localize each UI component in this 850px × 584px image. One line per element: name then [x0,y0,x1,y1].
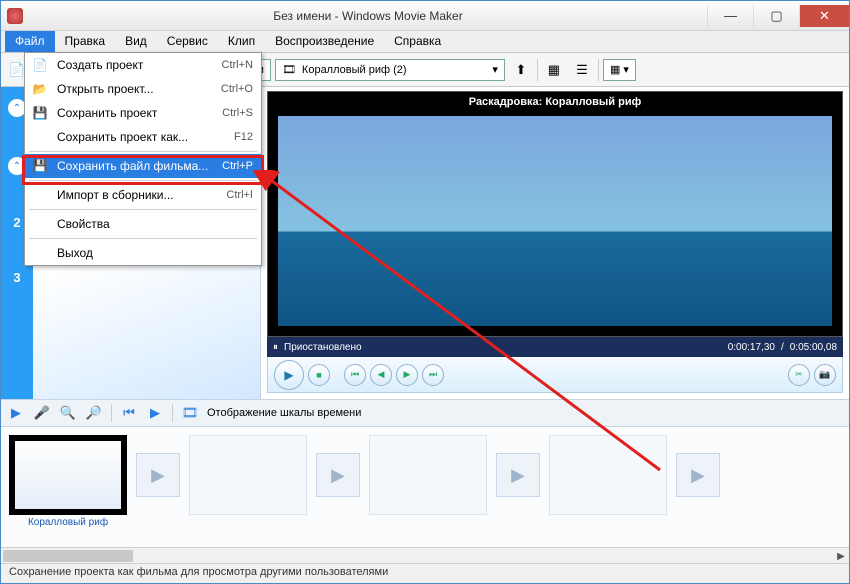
play-button[interactable]: ▶ [274,360,304,390]
save-disk-icon: 💾 [31,104,49,122]
transition-slot-2[interactable]: ▶ [315,435,361,515]
scroll-right-icon[interactable]: ▶ [833,548,849,564]
snapshot-button[interactable]: 📷 [814,364,836,386]
new-doc-icon: 📄 [31,56,49,74]
menu-open-project[interactable]: 📂Открыть проект...Ctrl+O [25,77,261,101]
task-step-2: 2 [13,215,20,230]
menu-view[interactable]: Вид [115,31,157,52]
rewind-icon[interactable]: ⏮ [120,404,138,422]
step-back-button[interactable]: ◀ [370,364,392,386]
video-preview[interactable]: Раскадровка: Коралловый риф [267,91,843,337]
zoom-in-icon[interactable]: 🔍 [59,404,77,422]
menu-play[interactable]: Воспроизведение [265,31,384,52]
view-dropdown[interactable]: ▦ ▾ [603,59,636,81]
menubar: Файл Правка Вид Сервис Клип Воспроизведе… [1,31,849,53]
timeline-play-icon[interactable]: ▶ [7,404,25,422]
minimize-button[interactable]: — [707,5,753,27]
statusbar: Сохранение проекта как фильма для просмо… [1,563,849,583]
transition-slot-4[interactable]: ▶ [675,435,721,515]
titlebar: Без имени - Windows Movie Maker — ▢ ✕ [1,1,849,31]
menu-import[interactable]: Импорт в сборники...Ctrl+I [25,183,261,207]
playback-state: Приостановлено [284,342,362,353]
storyboard: Коралловый риф ▶ ▶ ▶ ▶ [1,427,849,547]
view-thumbnails-icon[interactable]: ▦ [542,58,566,82]
window-title: Без имени - Windows Movie Maker [29,9,707,23]
storyboard-clip-1[interactable]: Коралловый риф [9,435,127,528]
menu-save-as[interactable]: Сохранить проект как...F12 [25,125,261,149]
stop-button[interactable]: ■ [308,364,330,386]
menu-exit[interactable]: Выход [25,241,261,265]
timeline-toolbar: ▶ 🎤 🔍 🔎 ⏮ ▶ 🎞 Отображение шкалы времени [1,399,849,427]
zoom-out-icon[interactable]: 🔎 [85,404,103,422]
menu-save-project[interactable]: 💾Сохранить проектCtrl+S [25,101,261,125]
time-total: 0:05:00,08 [790,342,837,353]
transition-slot-3[interactable]: ▶ [495,435,541,515]
menu-save-movie-file[interactable]: 💾Сохранить файл фильма...Ctrl+P [25,154,261,178]
close-button[interactable]: ✕ [799,5,849,27]
next-clip-button[interactable]: ⏭ [422,364,444,386]
menu-file[interactable]: Файл [5,31,55,52]
menu-help[interactable]: Справка [384,31,451,52]
menu-clip[interactable]: Клип [218,31,265,52]
play-tl-icon[interactable]: ▶ [146,404,164,422]
time-current: 0:00:17,30 [728,342,775,353]
storyboard-empty-3[interactable] [369,435,487,515]
maximize-button[interactable]: ▢ [753,5,799,27]
open-folder-icon: 📂 [31,80,49,98]
timeline-view-icon[interactable]: 🎞 [181,404,199,422]
prev-clip-button[interactable]: ⏮ [344,364,366,386]
playback-controls: ▶ ■ ⏮ ◀ ▶ ⏭ ✂ 📷 [267,357,843,393]
menu-edit[interactable]: Правка [55,31,116,52]
up-level-icon[interactable]: ⬆ [509,58,533,82]
menu-properties[interactable]: Свойства [25,212,261,236]
collection-selector[interactable]: 🎞 Коралловый риф (2) ▾ [275,59,505,81]
chevron-down-icon: ▾ [492,63,498,76]
timeline-mode-label[interactable]: Отображение шкалы времени [207,407,361,419]
preview-status-row: ⏸ Приостановлено 0:00:17,30 / 0:05:00,08 [267,337,843,357]
transition-slot-1[interactable]: ▶ [135,435,181,515]
save-movie-icon: 💾 [31,157,49,175]
video-frame [278,116,832,326]
menu-new-project[interactable]: 📄Создать проектCtrl+N [25,53,261,77]
view-details-icon[interactable]: ☰ [570,58,594,82]
split-button[interactable]: ✂ [788,364,810,386]
menu-tools[interactable]: Сервис [157,31,218,52]
preview-title: Раскадровка: Коралловый риф [268,96,842,108]
reel-icon: 🎞 [282,63,296,76]
pause-status-icon: ⏸ [273,342,278,353]
timeline-mic-icon[interactable]: 🎤 [33,404,51,422]
app-icon [7,8,23,24]
storyboard-empty-4[interactable] [549,435,667,515]
task-step-3: 3 [13,270,20,285]
file-menu-dropdown: 📄Создать проектCtrl+N 📂Открыть проект...… [24,52,262,266]
step-fwd-button[interactable]: ▶ [396,364,418,386]
storyboard-empty-2[interactable] [189,435,307,515]
preview-pane: Раскадровка: Коралловый риф ⏸ Приостанов… [261,87,849,399]
scroll-thumb[interactable] [3,550,133,562]
horizontal-scrollbar[interactable]: ◀ ▶ [1,547,849,563]
storyboard-clip-label: Коралловый риф [28,517,108,528]
